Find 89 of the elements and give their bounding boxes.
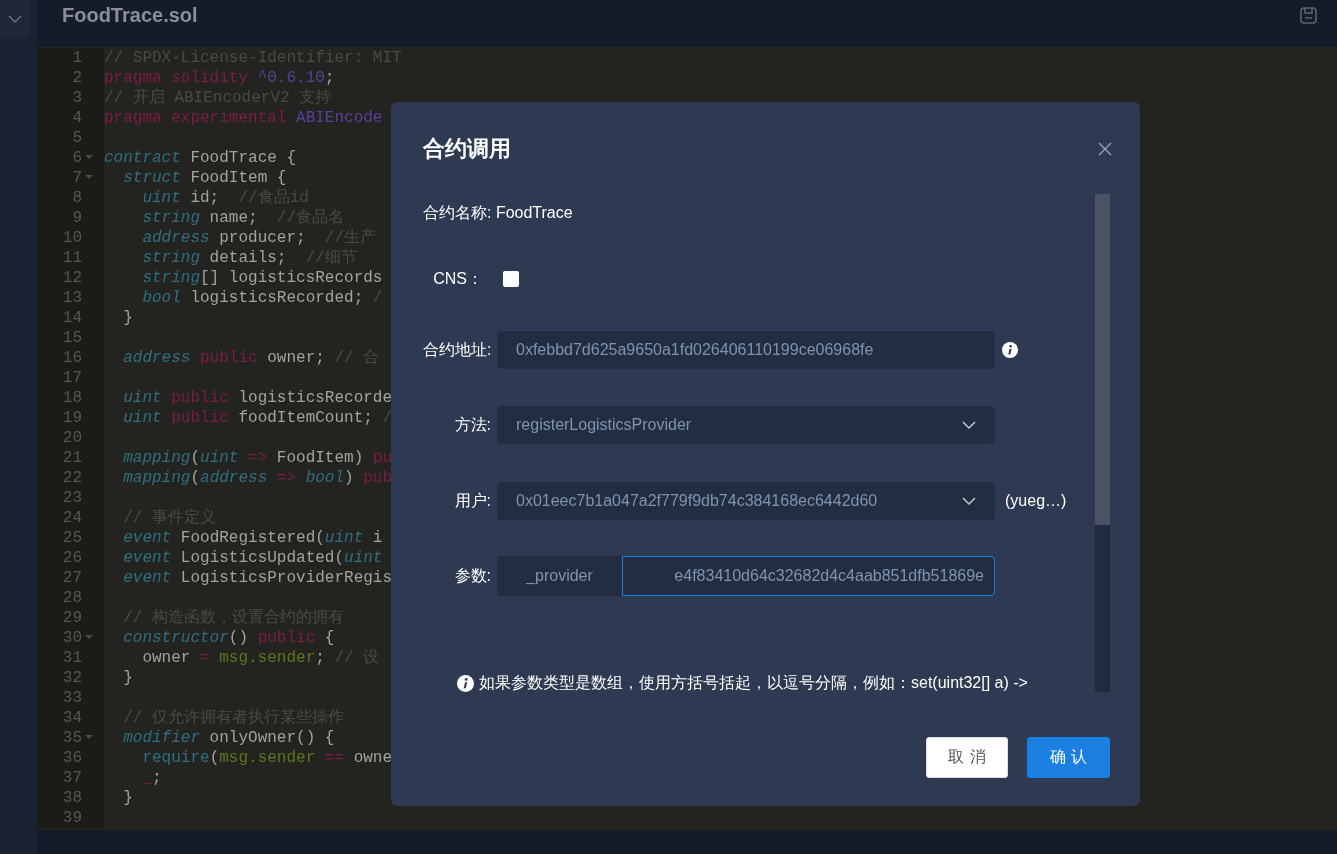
line-number: 39: [62, 808, 82, 828]
line-number: 8: [72, 188, 82, 208]
user-select[interactable]: 0x01eec7b1a047a2f779f9db74c384168ec6442d60: [497, 482, 995, 520]
code-line: _;: [141, 769, 162, 787]
code-line: modifier onlyOwner() {: [122, 729, 335, 747]
line-number: 19: [62, 408, 82, 428]
line-number: 32: [62, 668, 82, 688]
line-number: 7: [72, 168, 82, 188]
scrollbar[interactable]: [1095, 194, 1110, 692]
line-number: 13: [62, 288, 82, 308]
line-number: 24: [62, 508, 82, 528]
cns-checkbox[interactable]: [503, 271, 519, 287]
line-number: 5: [72, 128, 82, 148]
contract-name: 合约名称: FoodTrace: [423, 202, 573, 223]
code-line: uint public logisticsRecorde: [122, 389, 393, 407]
line-number: 28: [62, 588, 82, 608]
chevron-down-icon: [962, 420, 976, 430]
line-number: 9: [72, 208, 82, 228]
code-line: constructor() public {: [122, 629, 335, 647]
close-icon[interactable]: [1098, 142, 1112, 156]
line-number: 10: [62, 228, 82, 248]
field-label: 参数:: [453, 565, 492, 586]
parameter-field[interactable]: e4f83410d64c32682d4c4aab851dfb51869e: [622, 556, 995, 596]
line-number: 27: [62, 568, 82, 588]
line-number: 36: [62, 748, 82, 768]
parameter-name: _provider: [497, 556, 622, 596]
line-number: 23: [62, 488, 82, 508]
line-number: 29: [62, 608, 82, 628]
code-line: struct FoodItem {: [122, 169, 287, 187]
line-number: 11: [62, 248, 82, 268]
user-note: (yueg…): [1005, 492, 1067, 510]
line-number: 18: [62, 388, 82, 408]
address-field[interactable]: 0xfebbd7d625a9650a1fd026406110199ce06968fe: [497, 331, 995, 369]
save-icon[interactable]: [1300, 7, 1317, 24]
line-number: 3: [72, 88, 82, 108]
line-number: 12: [62, 268, 82, 288]
info-icon[interactable]: [1002, 342, 1018, 358]
fold-icon[interactable]: [85, 735, 93, 739]
line-number: 22: [62, 468, 82, 488]
field-label: 方法:: [453, 414, 492, 435]
code-line: event LogisticsUpdated(uint: [122, 549, 383, 567]
file-title: FoodTrace.sol: [62, 4, 198, 27]
field-label: CNS：: [432, 268, 484, 289]
dialog-title: 合约调用: [423, 135, 511, 163]
line-number: 17: [62, 368, 82, 388]
line-number: 30: [62, 628, 82, 648]
fold-icon[interactable]: [85, 155, 93, 159]
code-line: contract FoodTrace {: [104, 149, 297, 167]
fold-icon[interactable]: [85, 175, 93, 179]
code-line: uint public foodItemCount; /: [122, 409, 393, 427]
line-number: 34: [62, 708, 82, 728]
hint-text: 如果参数类型是数组，使用方括号括起，以逗号分隔，例如：set(uint32[] a) ->: [479, 673, 1028, 693]
code-line: }: [122, 309, 133, 327]
line-number: 21: [62, 448, 82, 468]
chevron-down-icon: [962, 496, 976, 506]
line-number: 33: [62, 688, 82, 708]
code-line: require(msg.sender == owne: [141, 749, 393, 767]
code-line: }: [122, 789, 133, 807]
line-number: 35: [62, 728, 82, 748]
code-line: mapping(address => bool) pub: [122, 469, 393, 487]
info-icon: [457, 675, 474, 692]
line-number: 1: [72, 48, 82, 68]
code-line: string[] logisticsRecords: [141, 269, 383, 287]
field-label: 用户:: [453, 490, 492, 511]
code-line: event FoodRegistered(uint i: [122, 529, 383, 547]
code-line: bool logisticsRecorded; /: [141, 289, 383, 307]
chevron-down-icon[interactable]: [8, 14, 22, 24]
line-number: 4: [72, 108, 82, 128]
line-number: 6: [72, 148, 82, 168]
code-line: pragma experimental ABIEncode: [104, 109, 383, 127]
cancel-button[interactable]: 取 消: [926, 737, 1008, 778]
line-number: 31: [62, 648, 82, 668]
line-number: 14: [62, 308, 82, 328]
code-line: pragma solidity ^0.6.10;: [104, 69, 335, 87]
line-number: 15: [62, 328, 82, 348]
code-line: mapping(uint => FoodItem) pu: [122, 449, 393, 467]
code-line: event LogisticsProviderRegis: [122, 569, 393, 587]
fold-icon[interactable]: [85, 635, 93, 639]
line-number: 20: [62, 428, 82, 448]
line-number: 25: [62, 528, 82, 548]
code-line: }: [122, 669, 133, 687]
confirm-button[interactable]: 确 认: [1027, 737, 1110, 778]
method-select[interactable]: registerLogisticsProvider: [497, 406, 995, 444]
line-number: 37: [62, 768, 82, 788]
line-number: 2: [72, 68, 82, 88]
line-number: 26: [62, 548, 82, 568]
line-number: 16: [62, 348, 82, 368]
field-label: 合约地址:: [423, 339, 493, 360]
line-number: 38: [62, 788, 82, 808]
